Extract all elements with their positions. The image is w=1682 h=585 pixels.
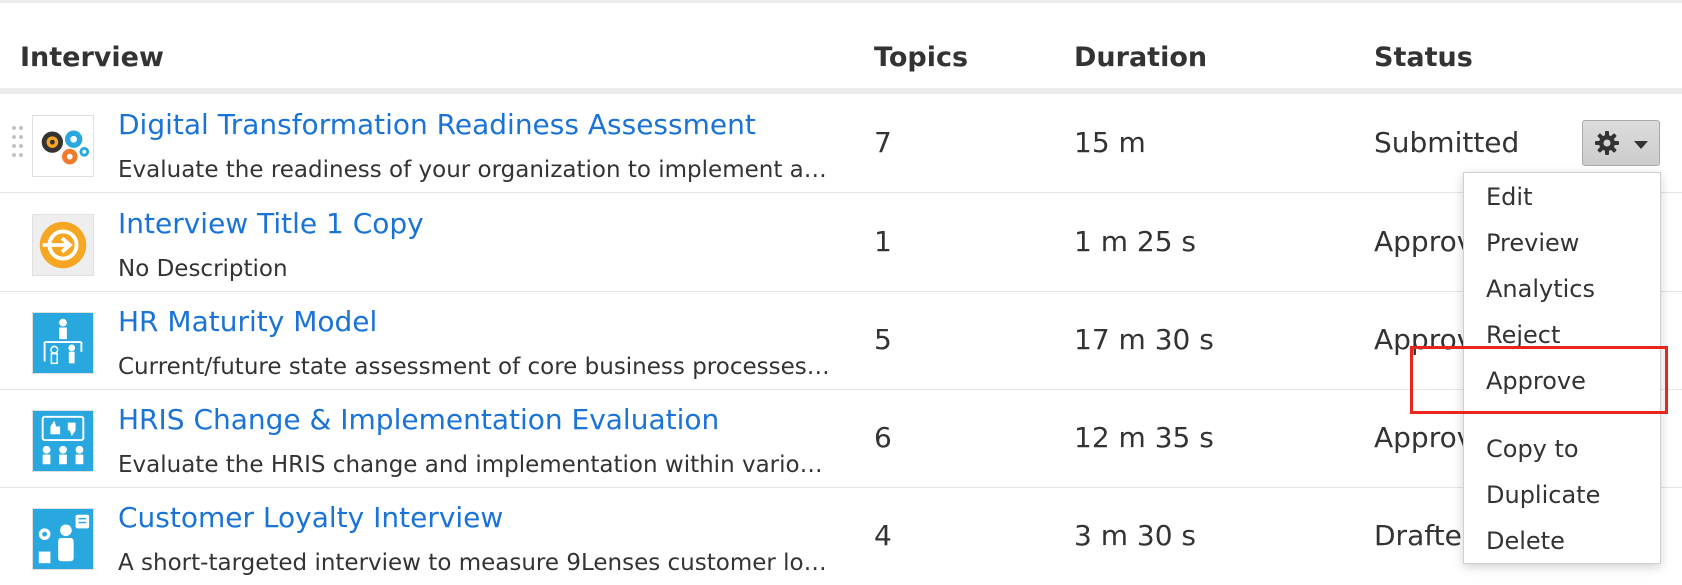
row-actions-menu: Edit Preview Analytics Reject Approve Co… <box>1463 172 1661 564</box>
table-row[interactable]: Interview Title 1 Copy No Description 1 … <box>0 193 1682 292</box>
menu-item-duplicate[interactable]: Duplicate <box>1486 481 1600 509</box>
duration-value: 15 m <box>1074 126 1146 159</box>
gears-icon <box>32 115 94 177</box>
status-value: Drafted <box>1374 519 1468 552</box>
org-chart-icon <box>32 312 94 374</box>
customer-icon <box>32 508 94 570</box>
menu-item-copy-to[interactable]: Copy to <box>1486 435 1579 463</box>
duration-value: 12 m 35 s <box>1074 421 1214 454</box>
logo-icon <box>32 214 94 276</box>
feedback-icon <box>32 410 94 472</box>
table-row[interactable]: HRIS Change & Implementation Evaluation … <box>0 389 1682 488</box>
header-interview[interactable]: Interview <box>20 42 164 73</box>
interview-title-link[interactable]: HR Maturity Model <box>118 305 377 338</box>
status-value: Approved <box>1374 225 1468 258</box>
menu-item-preview[interactable]: Preview <box>1486 229 1579 257</box>
top-border <box>0 0 1682 3</box>
interview-description: Evaluate the readiness of your organizat… <box>118 157 830 183</box>
topics-count: 1 <box>874 225 892 258</box>
menu-item-approve[interactable]: Approve <box>1486 367 1586 395</box>
drag-handle-icon[interactable] <box>10 124 26 160</box>
interview-title-link[interactable]: Customer Loyalty Interview <box>118 501 503 534</box>
topics-count: 4 <box>874 519 892 552</box>
header-topics[interactable]: Topics <box>874 42 968 73</box>
interview-description: A short-targeted interview to measure 9L… <box>118 550 830 576</box>
table-row[interactable]: HR Maturity Model Current/future state a… <box>0 291 1682 390</box>
menu-item-reject[interactable]: Reject <box>1486 321 1560 349</box>
interview-description: Current/future state assessment of core … <box>118 354 830 380</box>
header-duration[interactable]: Duration <box>1074 42 1207 73</box>
table-row[interactable]: Customer Loyalty Interview A short-targe… <box>0 487 1682 585</box>
gear-icon <box>1595 131 1619 155</box>
interview-description: Evaluate the HRIS change and implementat… <box>118 452 830 478</box>
interview-title-link[interactable]: HRIS Change & Implementation Evaluation <box>118 403 719 436</box>
menu-item-edit[interactable]: Edit <box>1486 183 1532 211</box>
topics-count: 5 <box>874 323 892 356</box>
interview-title-link[interactable]: Interview Title 1 Copy <box>118 207 424 240</box>
duration-value: 1 m 25 s <box>1074 225 1197 258</box>
duration-value: 3 m 30 s <box>1074 519 1197 552</box>
duration-value: 17 m 30 s <box>1074 323 1214 356</box>
status-value: Approved <box>1374 323 1468 356</box>
menu-item-analytics[interactable]: Analytics <box>1486 275 1595 303</box>
interview-description: No Description <box>118 256 288 282</box>
chevron-down-icon <box>1634 141 1648 149</box>
row-actions-button[interactable] <box>1582 120 1660 166</box>
status-value: Submitted <box>1374 126 1520 159</box>
topics-count: 7 <box>874 126 892 159</box>
topics-count: 6 <box>874 421 892 454</box>
interview-title-link[interactable]: Digital Transformation Readiness Assessm… <box>118 108 756 141</box>
status-value: Approved <box>1374 421 1468 454</box>
table-row[interactable]: Digital Transformation Readiness Assessm… <box>0 94 1682 193</box>
menu-item-delete[interactable]: Delete <box>1486 527 1565 555</box>
header-status[interactable]: Status <box>1374 42 1473 73</box>
